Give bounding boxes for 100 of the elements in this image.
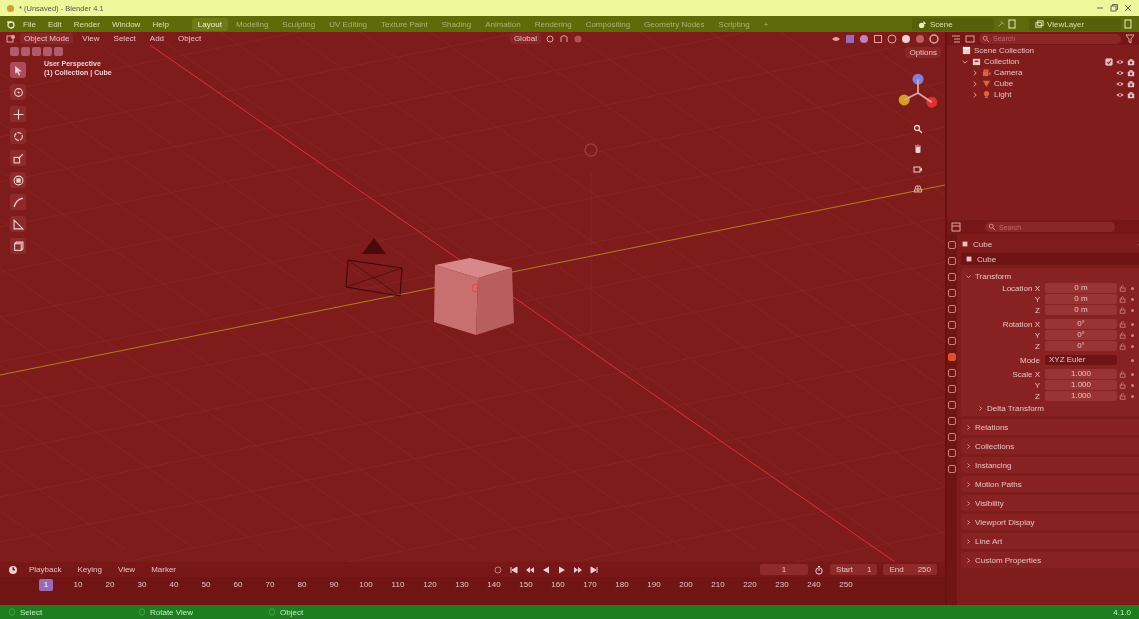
chevron-icon[interactable] <box>965 556 972 564</box>
zoom-button[interactable] <box>911 122 925 136</box>
menu-item[interactable]: Marker <box>146 564 182 576</box>
menu-item[interactable]: Select <box>108 33 141 44</box>
lock-icon[interactable] <box>1119 331 1127 339</box>
chevron-icon[interactable] <box>971 90 979 99</box>
tool-button[interactable] <box>10 238 26 254</box>
keyframe-dot-icon[interactable] <box>1131 383 1134 387</box>
panel-header[interactable]: Visibility <box>975 498 1004 508</box>
number-field[interactable]: 1.000 <box>1045 391 1117 401</box>
number-field[interactable]: 0° <box>1045 341 1117 351</box>
copy-icon[interactable] <box>1123 19 1133 29</box>
outliner-item[interactable]: Scene Collection <box>974 46 1035 55</box>
jump-end-icon[interactable] <box>589 564 600 575</box>
eye-icon[interactable] <box>1116 57 1124 66</box>
menu-item[interactable]: Keying <box>72 564 107 576</box>
blender-logo-icon[interactable] <box>6 19 16 29</box>
start-frame-field[interactable]: Start 1 <box>830 564 878 576</box>
number-field[interactable]: 0° <box>1045 319 1117 329</box>
keyframe-dot-icon[interactable] <box>1131 372 1134 376</box>
record-icon[interactable] <box>493 564 504 575</box>
previous-keyframe-icon[interactable] <box>525 564 536 575</box>
projection-button[interactable] <box>911 182 925 196</box>
chevron-icon[interactable] <box>965 461 972 469</box>
chevron-icon[interactable] <box>965 272 972 280</box>
chevron-icon[interactable] <box>965 423 972 431</box>
panel-header[interactable]: Motion Paths <box>975 479 1022 489</box>
number-field[interactable]: 0 m <box>1045 305 1117 315</box>
editor-type-icon[interactable] <box>951 222 961 232</box>
panel-header[interactable]: Line Art <box>975 536 1003 546</box>
jump-start-icon[interactable] <box>509 564 520 575</box>
camera-icon[interactable] <box>1127 57 1135 66</box>
panel-header[interactable]: Delta Transform <box>987 403 1044 413</box>
panel-header[interactable]: Instancing <box>975 460 1012 470</box>
keyframe-dot-icon[interactable] <box>1131 322 1134 326</box>
lock-icon[interactable] <box>1119 370 1127 378</box>
overlay-icon[interactable] <box>859 33 869 44</box>
orientation-dropdown[interactable]: Global <box>509 33 541 44</box>
menu-item[interactable]: View <box>77 33 105 44</box>
menu-item[interactable]: Object <box>173 33 207 44</box>
lock-icon[interactable] <box>1119 320 1127 328</box>
keyframe-dot-icon[interactable] <box>1131 297 1134 301</box>
play-reverse-icon[interactable] <box>541 564 552 575</box>
display-mode-icon[interactable] <box>965 33 975 44</box>
object-tab-icon[interactable] <box>947 352 957 362</box>
camera-icon[interactable] <box>1127 68 1135 77</box>
number-field[interactable]: 1.000 <box>1045 369 1117 379</box>
end-frame-field[interactable]: End 250 <box>883 564 937 576</box>
chevron-icon[interactable] <box>965 442 972 450</box>
pivot-icon[interactable] <box>545 33 555 44</box>
chevron-icon[interactable] <box>965 499 972 507</box>
tool-button[interactable] <box>10 62 26 78</box>
eye-icon[interactable] <box>1116 90 1124 99</box>
chevron-icon[interactable] <box>971 68 979 77</box>
keyframe-dot-icon[interactable] <box>1131 358 1134 362</box>
chevron-icon[interactable] <box>965 518 972 526</box>
lock-icon[interactable] <box>1119 392 1127 400</box>
menu-item[interactable]: Window <box>106 18 146 30</box>
close-icon[interactable] <box>1123 3 1133 13</box>
editor-type-icon[interactable] <box>6 33 16 44</box>
tool-button[interactable] <box>10 106 26 122</box>
menu-item[interactable]: Edit <box>42 18 67 30</box>
chevron-icon[interactable] <box>971 79 979 88</box>
render-shading-icon[interactable] <box>929 33 939 44</box>
menu-item[interactable]: Playback <box>24 564 67 576</box>
lock-icon[interactable] <box>1119 381 1127 389</box>
tool-button[interactable] <box>10 128 26 144</box>
mode-dropdown[interactable]: XYZ Euler <box>1045 355 1117 365</box>
next-keyframe-icon[interactable] <box>573 564 584 575</box>
mode-dropdown[interactable]: Object Mode <box>20 33 74 44</box>
view-layer-selector[interactable]: ViewLayer <box>1029 17 1121 31</box>
pin-icon[interactable] <box>996 19 1005 29</box>
camera-icon[interactable] <box>1127 90 1135 99</box>
menu-item[interactable]: File <box>18 18 41 30</box>
outliner-item[interactable]: Collection <box>984 57 1020 66</box>
snap-icon[interactable] <box>559 33 569 44</box>
tool-button[interactable] <box>10 194 26 210</box>
stopwatch-icon[interactable] <box>814 564 825 575</box>
workspace-tab[interactable]: Layout <box>191 17 228 31</box>
panel-header[interactable]: Collections <box>975 441 1015 451</box>
panel-header[interactable]: Relations <box>975 422 1009 432</box>
keyframe-dot-icon[interactable] <box>1131 344 1134 348</box>
gizmo-icon[interactable] <box>845 33 855 44</box>
solid-shading-icon[interactable] <box>901 33 911 44</box>
xray-icon[interactable] <box>873 33 883 44</box>
chevron-icon[interactable] <box>977 404 984 412</box>
current-frame-marker[interactable]: 1 <box>39 579 53 592</box>
chevron-icon[interactable] <box>965 537 972 545</box>
clock-icon[interactable] <box>8 564 18 575</box>
lock-icon[interactable] <box>1119 306 1127 314</box>
eye-icon[interactable] <box>1116 68 1124 77</box>
keyframe-dot-icon[interactable] <box>1131 394 1134 398</box>
number-field[interactable]: 1.000 <box>1045 380 1117 390</box>
options-dropdown[interactable]: Options <box>905 47 941 58</box>
object-name-field[interactable]: Cube <box>961 253 1139 265</box>
number-field[interactable]: 0 m <box>1045 283 1117 293</box>
tool-button[interactable] <box>10 216 26 232</box>
copy-icon[interactable] <box>1007 19 1017 29</box>
outliner-item[interactable]: Camera <box>994 68 1023 77</box>
chevron-icon[interactable] <box>965 480 972 488</box>
